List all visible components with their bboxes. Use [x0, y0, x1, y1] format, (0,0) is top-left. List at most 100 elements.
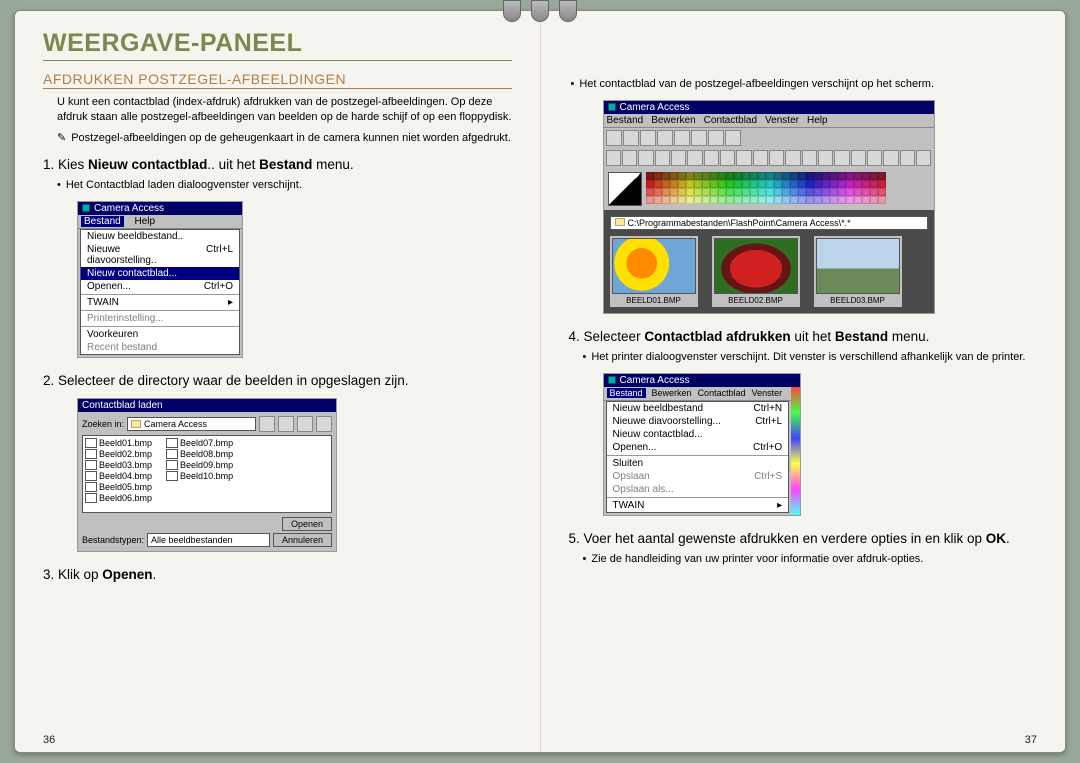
menu-item[interactable]: Venster — [765, 115, 799, 126]
toolbar-button[interactable] — [753, 150, 768, 166]
toolbar-button[interactable] — [736, 150, 751, 166]
toolbar-button[interactable] — [704, 150, 719, 166]
menu-item[interactable]: Nieuwe diavoorstelling..Ctrl+L — [81, 243, 239, 267]
toolbar-button[interactable] — [900, 150, 915, 166]
toolbar-button[interactable] — [769, 150, 784, 166]
newfolder-icon[interactable] — [278, 416, 294, 432]
menu-item[interactable]: Openen...Ctrl+O — [607, 441, 789, 454]
step-3-c: . — [153, 567, 157, 582]
toolbar-button[interactable] — [674, 130, 690, 146]
toolbar-button[interactable] — [657, 130, 673, 146]
menu-item[interactable]: Nieuw beeldbestand.. — [81, 230, 239, 243]
toolbar-button[interactable] — [883, 150, 898, 166]
file-item[interactable]: Beeld02.bmp — [85, 449, 152, 459]
figure-bestand-menu: Camera Access Bestand Help Nieuw beeldbe… — [77, 201, 243, 358]
bullet-5: Zie de handleiding van uw printer voor i… — [583, 552, 1038, 567]
palette-grid[interactable] — [646, 172, 886, 204]
toolbar-button[interactable] — [818, 150, 833, 166]
note: ✎ Postzegel-afbeeldingen op de geheugenk… — [57, 131, 512, 146]
toolbar-button[interactable] — [725, 130, 741, 146]
menu-item[interactable]: Voorkeuren — [81, 328, 239, 341]
list-view-icon[interactable] — [297, 416, 313, 432]
menu-item[interactable]: TWAIN▸ — [81, 296, 239, 309]
menu-item[interactable]: Nieuw contactblad... — [81, 267, 239, 280]
toolbar-button[interactable] — [687, 150, 702, 166]
thumbnail[interactable]: BEELD03.BMP — [814, 236, 902, 307]
file-item[interactable]: Beeld05.bmp — [85, 482, 152, 492]
file-item[interactable]: Beeld07.bmp — [166, 438, 233, 448]
thumb-caption: BEELD01.BMP — [612, 296, 696, 305]
file-item[interactable]: Beeld03.bmp — [85, 460, 152, 470]
fg-bg-swatch[interactable] — [608, 172, 642, 206]
toolbar-button[interactable] — [640, 130, 656, 146]
file-item[interactable]: Beeld06.bmp — [85, 493, 152, 503]
toolbar-button[interactable] — [851, 150, 866, 166]
toolbar-button[interactable] — [708, 130, 724, 146]
open-button[interactable]: Openen — [282, 517, 332, 531]
toolbar-button[interactable] — [622, 150, 637, 166]
toolbar-button[interactable] — [606, 150, 621, 166]
toolbar-button[interactable] — [638, 150, 653, 166]
toolbar-button[interactable] — [720, 150, 735, 166]
lookin-field[interactable]: Camera Access — [127, 417, 256, 431]
menu-item[interactable]: Recent bestand — [81, 341, 239, 354]
file-item[interactable]: Beeld09.bmp — [166, 460, 233, 470]
file-item[interactable]: Beeld04.bmp — [85, 471, 152, 481]
up-icon[interactable] — [259, 416, 275, 432]
step-1-c: .. uit het — [207, 157, 259, 172]
detail-view-icon[interactable] — [316, 416, 332, 432]
thumb-image — [714, 238, 798, 294]
menu-item[interactable]: TWAIN▸ — [607, 499, 789, 512]
cancel-button[interactable]: Annuleren — [273, 533, 332, 547]
toolbar-button[interactable] — [606, 130, 622, 146]
menu-help[interactable]: Help — [134, 216, 155, 227]
step-5-a: 5. Voer het aantal gewenste afdrukken en… — [569, 531, 986, 546]
toolbar-button[interactable] — [916, 150, 931, 166]
thumbnail[interactable]: BEELD01.BMP — [610, 236, 698, 307]
pencil-icon: ✎ — [57, 131, 66, 146]
type-field[interactable]: Alle beeldbestanden — [147, 533, 270, 547]
menu-item[interactable]: Openen...Ctrl+O — [81, 280, 239, 293]
menu-bestand[interactable]: Bestand — [81, 216, 124, 227]
menu-item[interactable]: OpslaanCtrl+S — [607, 470, 789, 483]
thumbnails-row: BEELD01.BMP BEELD02.BMPBEELD03.BMP — [610, 236, 928, 307]
toolbar-button[interactable] — [691, 130, 707, 146]
file-list[interactable]: Beeld01.bmpBeeld02.bmpBeeld03.bmpBeeld04… — [82, 435, 332, 513]
menu-item[interactable]: Contactblad — [698, 388, 746, 398]
step-1-a: Kies — [58, 157, 88, 172]
menu-item[interactable]: Opslaan als... — [607, 483, 789, 496]
menu-item[interactable]: Printerinstelling... — [81, 312, 239, 325]
menu-item[interactable]: Bestand — [607, 388, 646, 398]
toolbar-button[interactable] — [867, 150, 882, 166]
intro-text: U kunt een contactblad (index-afdruk) af… — [57, 95, 512, 125]
file-item[interactable]: Beeld01.bmp — [85, 438, 152, 448]
path-field: C:\Programmabestanden\FlashPoint\Camera … — [610, 216, 928, 230]
menu-item[interactable]: Contactblad — [704, 115, 757, 126]
menu-item[interactable]: Bewerken — [652, 388, 692, 398]
file-item[interactable]: Beeld10.bmp — [166, 471, 233, 481]
fig2-type-row: Bestandstypen: Alle beeldbestanden Annul… — [82, 533, 332, 547]
lookin-value: Camera Access — [144, 419, 207, 429]
fig1-menubar: Bestand Help — [78, 215, 242, 229]
menu-item[interactable]: Bestand — [607, 115, 644, 126]
menu-item[interactable]: Nieuw contactblad... — [607, 428, 789, 441]
menu-item[interactable]: Venster — [752, 388, 783, 398]
toolbar-button[interactable] — [671, 150, 686, 166]
toolbar-button[interactable] — [623, 130, 639, 146]
toolbar-button[interactable] — [834, 150, 849, 166]
toolbar-button[interactable] — [802, 150, 817, 166]
menu-item[interactable]: Nieuw beeldbestandCtrl+N — [607, 402, 789, 415]
figure-file-dialog: Contactblad laden Zoeken in: Camera Acce… — [77, 398, 337, 552]
menu-item[interactable]: Sluiten — [607, 457, 789, 470]
bullet-5-text: Zie de handleiding van uw printer voor i… — [591, 552, 923, 567]
menu-item[interactable]: Nieuwe diavoorstelling...Ctrl+L — [607, 415, 789, 428]
bullet-1-text: Het Contactblad laden dialoogvenster ver… — [66, 178, 302, 193]
step-4-num: 4. — [569, 329, 580, 344]
thumbnail[interactable]: BEELD02.BMP — [712, 236, 800, 307]
menu-item[interactable]: Bewerken — [651, 115, 695, 126]
toolbar-button[interactable] — [785, 150, 800, 166]
file-item[interactable]: Beeld08.bmp — [166, 449, 233, 459]
menu-item[interactable]: Help — [807, 115, 828, 126]
fig3-title: Camera Access — [620, 102, 690, 113]
toolbar-button[interactable] — [655, 150, 670, 166]
